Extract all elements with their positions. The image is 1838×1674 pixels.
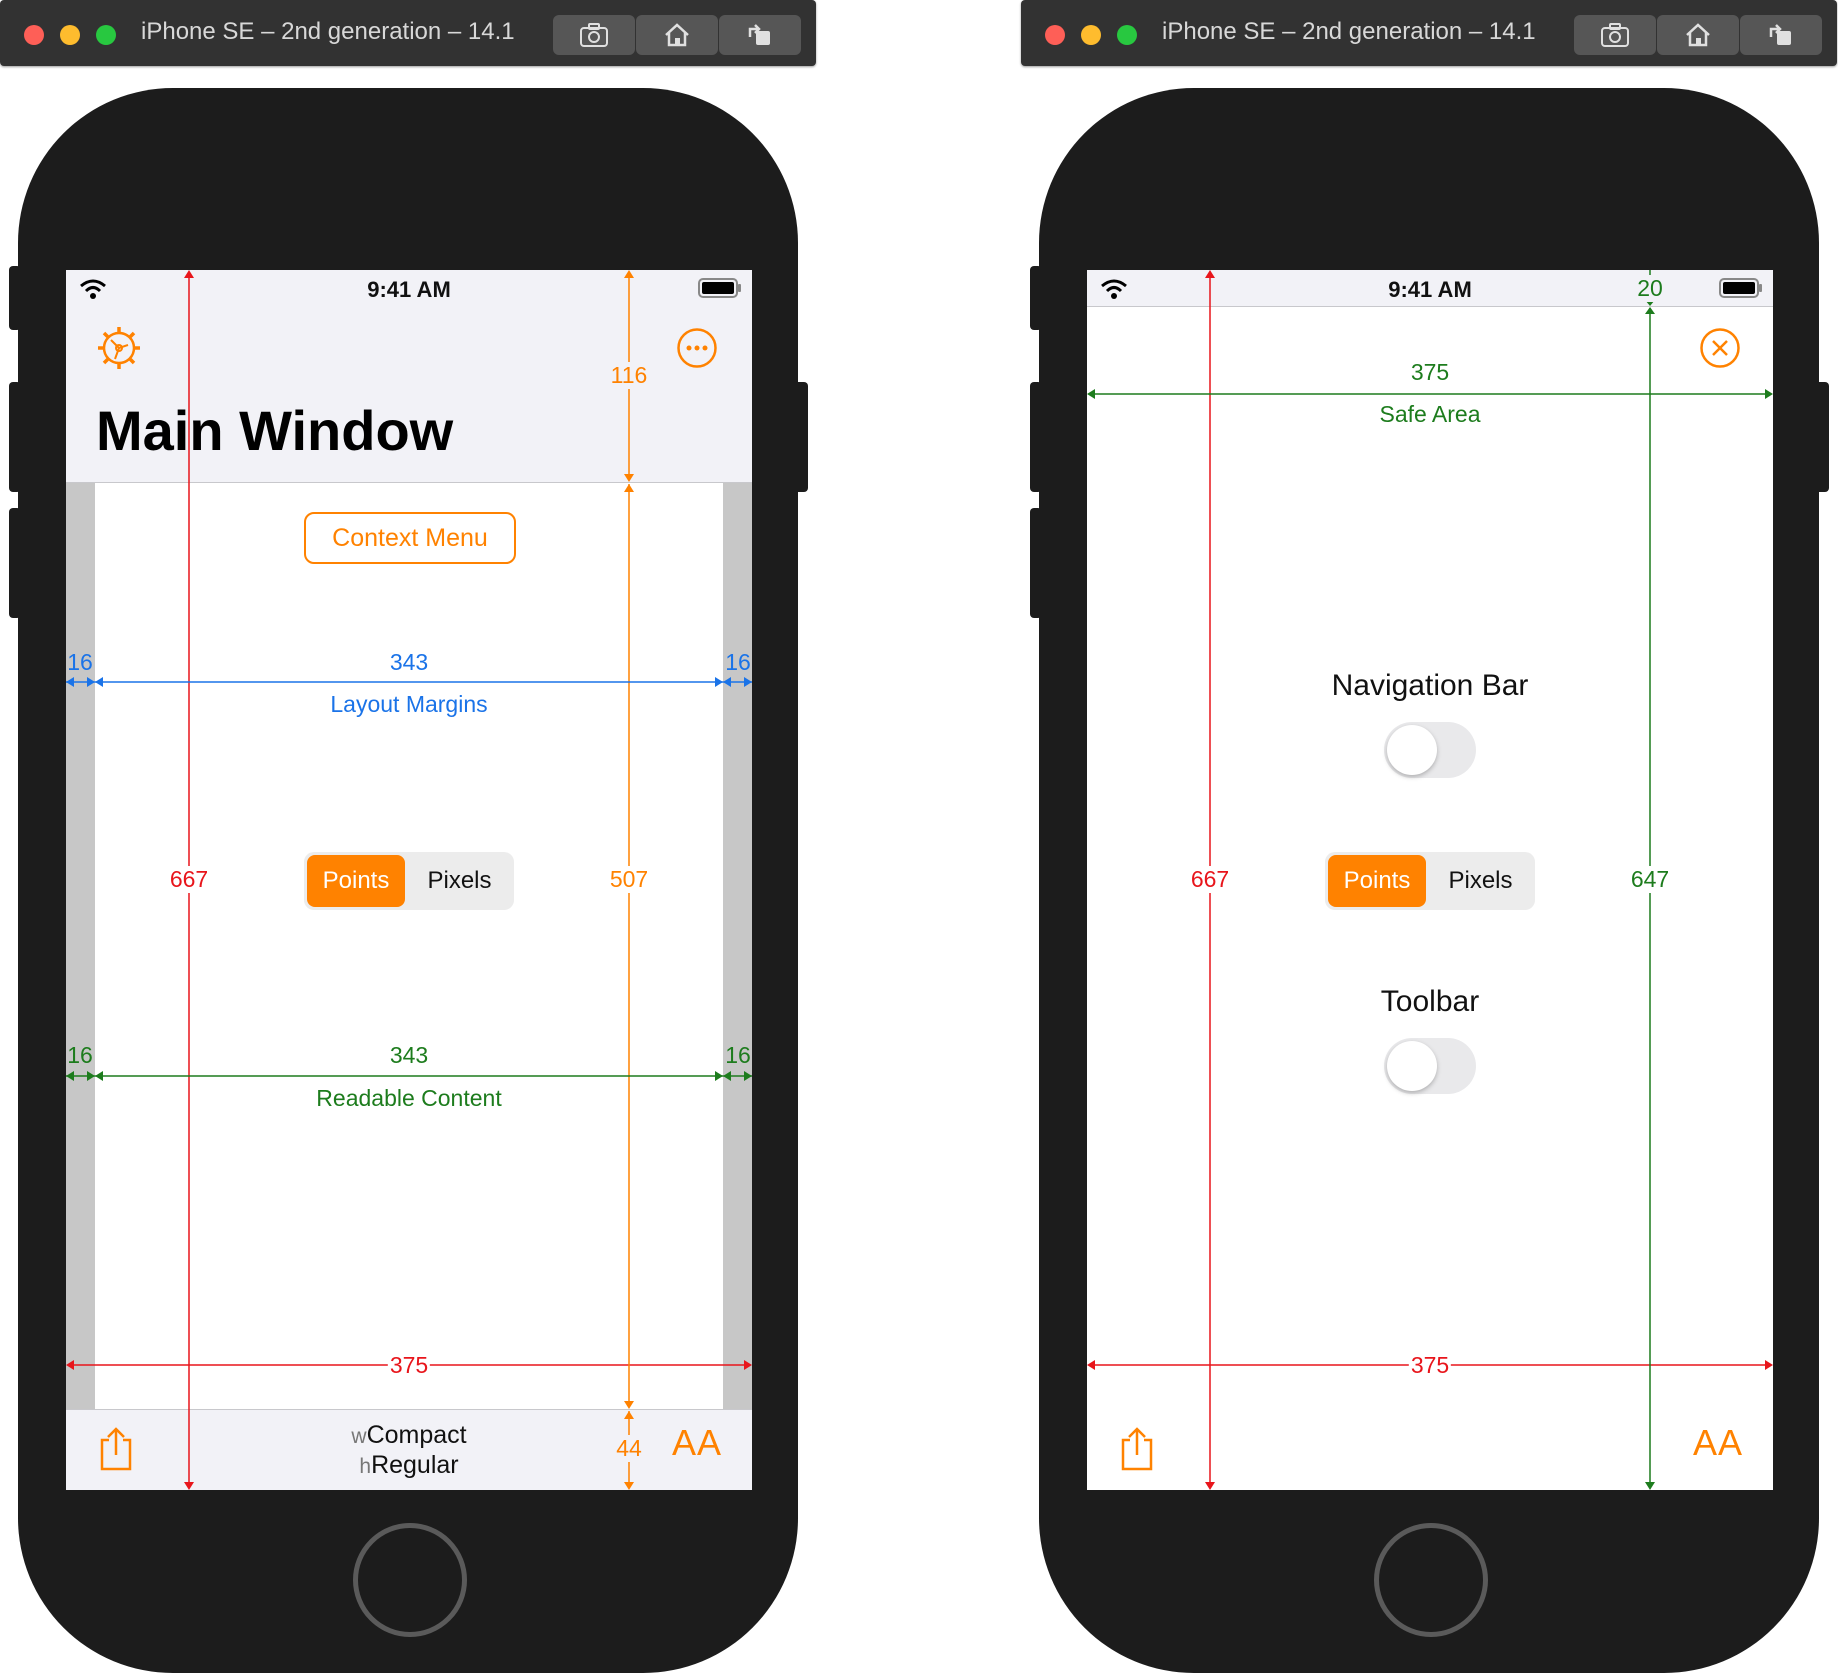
total-width-label: 375 xyxy=(1408,1352,1452,1378)
minimize-window-button[interactable] xyxy=(1081,25,1101,45)
readable-margin-left-label: 16 xyxy=(67,1042,93,1068)
layout-margin-right-label: 16 xyxy=(725,649,751,675)
home-button[interactable] xyxy=(636,15,718,55)
home-physical-button[interactable] xyxy=(353,1523,467,1637)
zoom-window-button[interactable] xyxy=(1117,25,1137,45)
simulator-toolbar: iPhone SE – 2nd generation – 14.1 xyxy=(0,0,816,66)
minimize-window-button[interactable] xyxy=(60,25,80,45)
zoom-window-button[interactable] xyxy=(96,25,116,45)
total-width-label: 375 xyxy=(387,1352,431,1378)
total-height-label: 667 xyxy=(167,866,211,893)
safe-area-caption: Safe Area xyxy=(1379,401,1481,427)
close-window-button[interactable] xyxy=(1045,25,1065,45)
nav-height-label: 116 xyxy=(608,362,650,389)
home-button[interactable] xyxy=(1657,15,1739,55)
camera-icon xyxy=(580,23,608,47)
close-window-button[interactable] xyxy=(24,25,44,45)
layout-margin-left-label: 16 xyxy=(67,649,93,675)
toolbar-height-label: 44 xyxy=(614,1435,644,1462)
safe-area-width-label: 375 xyxy=(1410,359,1450,385)
house-icon xyxy=(1686,23,1710,47)
readable-width-label: 343 xyxy=(389,1042,429,1068)
content-height-label: 507 xyxy=(607,866,651,893)
window-title: iPhone SE – 2nd generation – 14.1 xyxy=(1162,18,1536,45)
layout-width-label: 343 xyxy=(389,649,429,675)
rotate-button[interactable] xyxy=(1740,15,1822,55)
rotate-icon xyxy=(748,24,770,45)
simulator-toolbar: iPhone SE – 2nd generation – 14.1 xyxy=(1021,0,1837,66)
readable-content-caption: Readable Content xyxy=(316,1085,502,1111)
readable-margin-right-label: 16 xyxy=(725,1042,751,1068)
iphone-screen: 9:41 AM Main Window Context Menu Points … xyxy=(66,270,752,1490)
iphone-screen: 9:41 AM Navigation Bar Points Pixels Too… xyxy=(1087,270,1773,1490)
rotate-icon xyxy=(1769,24,1791,45)
total-height-label: 667 xyxy=(1188,866,1232,893)
layout-margins-caption: Layout Margins xyxy=(330,691,488,717)
safe-height-label: 647 xyxy=(1628,866,1672,893)
window-title: iPhone SE – 2nd generation – 14.1 xyxy=(141,18,515,45)
status-height-label: 20 xyxy=(1635,275,1665,302)
screenshot-button[interactable] xyxy=(553,15,635,55)
screenshot-button[interactable] xyxy=(1574,15,1656,55)
camera-icon xyxy=(1601,23,1629,47)
home-physical-button[interactable] xyxy=(1374,1523,1488,1637)
rotate-button[interactable] xyxy=(719,15,801,55)
house-icon xyxy=(665,23,689,47)
simulator-right: iPhone SE – 2nd generation – 14.1 9:41 A… xyxy=(1021,0,1838,1674)
